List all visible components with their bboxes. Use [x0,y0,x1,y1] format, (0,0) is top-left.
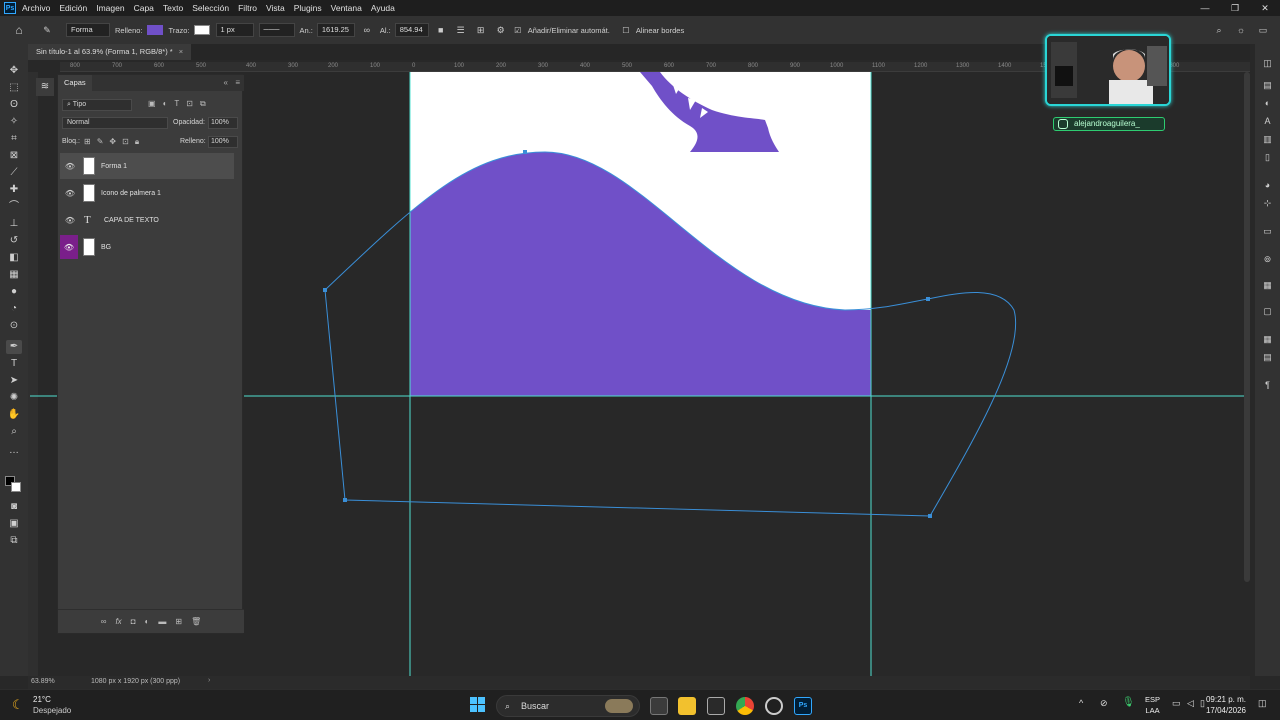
task-view-icon[interactable] [650,697,668,715]
delete-layer-icon[interactable]: 🗑︎ [191,617,201,626]
anchor-point [523,150,527,154]
document-info: 1080 px x 1920 px (300 ppp) [91,678,181,685]
tray-chevron-icon[interactable]: ^ [1079,698,1083,708]
palm-icon-shape [640,72,779,152]
network-off-icon[interactable]: ⊘ [1100,698,1108,709]
lock-all-icon[interactable]: 🔒︎ [135,137,139,147]
layer-name: Forma 1 [101,162,128,170]
file-explorer-icon[interactable] [678,697,696,715]
vertical-scrollbar [1244,72,1250,582]
opacity-label: Opacidad: [173,119,205,126]
chrome-icon[interactable] [736,697,754,715]
layer-thumbnail [83,184,95,202]
type-filter-icon[interactable]: T [174,99,179,111]
layer-name: CAPA DE TEXTO [104,216,159,224]
text-layer-icon: T [84,214,91,226]
anchor-point [928,514,932,518]
tab-layers[interactable]: Capas [58,75,92,91]
lock-pixels-icon[interactable]: ✎ [97,137,104,147]
status-arrow-icon[interactable]: › [208,677,210,684]
zoom-level[interactable]: 63.89% [31,678,55,685]
visibility-eye-icon[interactable]: 👁︎ [60,189,80,198]
lock-label: Bloq.: [62,138,80,145]
microphone-icon[interactable]: 🎙︎ [1122,697,1135,708]
layer-name: Icono de palmera 1 [101,189,161,197]
lock-artboard-icon[interactable]: ⊡ [122,137,129,147]
layer-name: BG [101,243,112,251]
windows-start-icon[interactable] [470,697,486,713]
visibility-eye-icon[interactable]: 👁︎ [60,162,80,171]
fx-icon[interactable]: fx [115,617,121,626]
layer-thumbnail [83,238,95,256]
battery-icon[interactable]: ▯ [1200,698,1205,709]
search-icon: ⌕ [505,701,511,711]
blend-mode-select[interactable]: Normal [62,117,168,129]
display-icon[interactable]: ▭ [1172,698,1181,709]
layer-filter-label: Tipo [72,101,87,108]
layer-row-capa-texto[interactable]: 👁︎ T CAPA DE TEXTO [60,207,234,233]
stream-handle-text: alejandroaguilera_ [1074,119,1140,128]
layer-thumbnail [83,157,95,175]
obs-icon[interactable] [765,697,783,715]
layers-panel: Capas « ≡ ⌕ Tipo ▣ ◐ T ⊡ ⧉ Normal Opacid… [57,74,244,634]
panel-menu-icon[interactable]: ≡ [235,78,240,87]
layer-row-icono-palmera[interactable]: 👁︎ Icono de palmera 1 [60,180,234,206]
collapse-icon[interactable]: « [224,78,228,87]
visibility-eye-icon[interactable]: 👁︎ [60,235,78,259]
new-layer-icon[interactable]: ⊞ [175,617,182,626]
calculator-icon[interactable] [707,697,725,715]
search-highlight-icon [605,699,633,713]
smart-object-filter-icon[interactable]: ⧉ [200,99,206,111]
instagram-icon [1058,119,1068,129]
webcam-overlay [1045,34,1171,106]
adjustment-filter-icon[interactable]: ◐ [163,99,168,111]
photoshop-taskbar-icon[interactable]: Ps [794,697,812,715]
webcam-person-image [1047,36,1169,104]
new-group-icon[interactable]: ▬ [158,617,166,626]
collapsed-panel-strip: ≋ [36,76,56,106]
weather-moon-icon: ☾ [12,697,24,712]
opacity-field[interactable]: 100% [208,117,238,129]
fill-label: Relleno: [180,138,206,145]
adjustment-layer-icon[interactable]: ◐ [145,617,150,626]
weather-temperature: 21°C [33,695,51,704]
taskbar-search-label: Buscar [521,701,550,711]
layers-footer: ∞ fx ◘ ◐ ▬ ⊞ 🗑︎ [58,609,244,633]
windows-taskbar: ☾ 21°C Despejado ⌕ Buscar Ps ^ ⊘ 🎙︎ ESP … [0,689,1280,720]
volume-icon[interactable]: ◁ [1187,698,1194,709]
layers-panel-header: Capas « ≡ [58,75,244,91]
anchor-point [926,297,930,301]
link-layers-icon[interactable]: ∞ [101,617,107,626]
clock-time: 09:21 p. m. [1205,695,1246,704]
purple-wave-shape [410,152,871,396]
language-code: ESP [1145,695,1161,704]
shape-filter-icon[interactable]: ⊡ [186,99,193,111]
anchor-point [323,288,327,292]
taskbar-clock[interactable]: 09:21 p. m. 17/04/2026 [1206,694,1246,716]
layers-stack-icon[interactable]: ≋ [36,78,54,96]
taskbar-search[interactable]: ⌕ Buscar [496,695,640,717]
layer-filter-icons: ▣ ◐ T ⊡ ⧉ [148,99,238,111]
layer-filter-select[interactable]: ⌕ Tipo [62,99,132,111]
fill-field[interactable]: 100% [208,136,238,148]
status-bar: 63.89% 1080 px x 1920 px (300 ppp) › [28,676,1250,689]
visibility-eye-icon[interactable]: 👁︎ [60,216,80,225]
weather-description: Despejado [33,706,72,715]
layer-row-bg[interactable]: 👁︎ BG [60,234,234,260]
layer-row-forma-1[interactable]: 👁︎ Forma 1 [60,153,234,179]
input-language[interactable]: ESP LAA [1145,694,1160,716]
anchor-point [343,498,347,502]
lock-transparency-icon[interactable]: ⊞ [84,137,91,147]
notifications-icon[interactable]: ◫ [1258,698,1267,709]
lock-icons: ⊞ ✎ ✥ ⊡ 🔒︎ [84,137,139,147]
clock-date: 17/04/2026 [1205,706,1246,715]
stream-handle-badge: alejandroaguilera_ [1053,117,1165,131]
lock-position-icon[interactable]: ✥ [109,137,116,147]
add-mask-icon[interactable]: ◘ [131,617,136,626]
keyboard-layout: LAA [1145,706,1160,715]
pixel-filter-icon[interactable]: ▣ [148,99,156,111]
